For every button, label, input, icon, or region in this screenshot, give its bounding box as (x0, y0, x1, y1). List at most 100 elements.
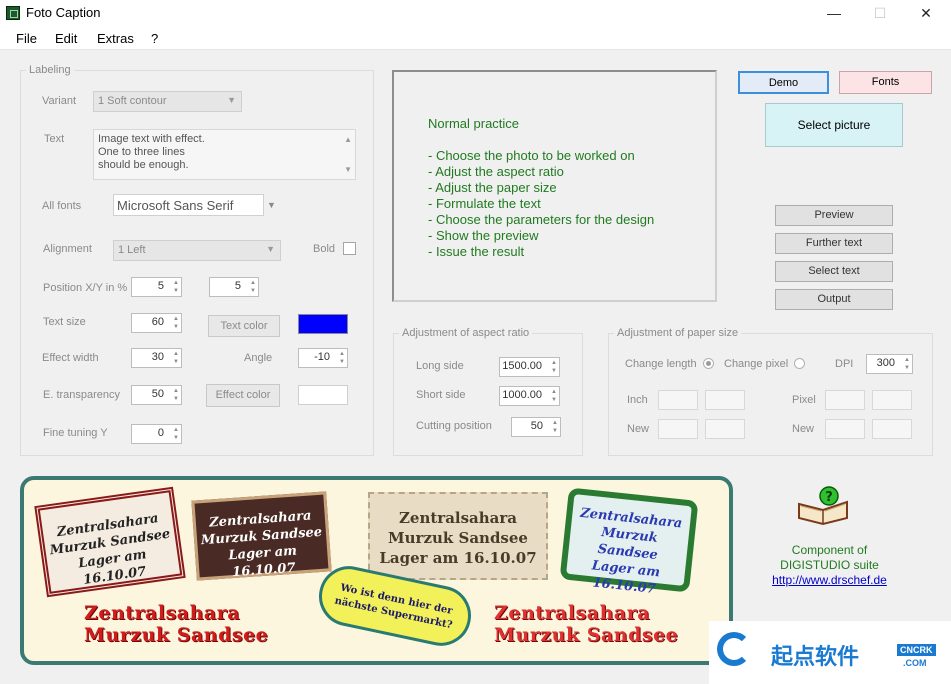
new-inch-height-field[interactable] (705, 419, 745, 439)
close-button[interactable]: ✕ (903, 0, 949, 27)
demo-button[interactable]: Demo (738, 71, 829, 94)
etrans-spinner[interactable]: 50 (131, 385, 182, 405)
change-length-label: Change length (625, 358, 697, 370)
new-inch-width-field[interactable] (658, 419, 698, 439)
long-side-label: Long side (416, 360, 464, 372)
sample-label-line: Murzuk Sandsee (388, 529, 528, 547)
sample-red-line: Zentralsahara (494, 602, 651, 624)
change-pixel-label: Change pixel (724, 358, 789, 370)
further-text-button[interactable]: Further text (775, 233, 893, 254)
website-link[interactable]: http://www.drschef.de (742, 573, 917, 588)
pixel-label: Pixel (792, 394, 816, 406)
effectwidth-label: Effect width (42, 352, 99, 364)
alignment-label: Alignment (43, 243, 92, 255)
textsize-label: Text size (43, 316, 86, 328)
variant-label: Variant (42, 95, 77, 107)
help-step: - Formulate the text (428, 196, 541, 211)
font-dropdown-icon[interactable]: ▼ (267, 200, 276, 210)
textsize-spinner[interactable]: 60 (131, 313, 182, 333)
text-line: One to three lines (98, 146, 185, 158)
sample-label-line: Zentralsahara (398, 509, 518, 527)
text-line: should be enough. (98, 159, 189, 171)
effect-color-button[interactable]: Effect color (206, 384, 280, 407)
position-label: Position X/Y in % (43, 282, 128, 294)
sample-image: Zentralsahara Murzuk Sandsee Lager am 16… (20, 476, 733, 665)
variant-value: 1 Soft contour (98, 95, 167, 107)
change-length-radio[interactable] (703, 358, 714, 369)
inch-width-field[interactable] (658, 390, 698, 410)
minimize-button[interactable]: — (811, 0, 857, 27)
alignment-select[interactable]: 1 Left ▼ (113, 240, 281, 261)
cutting-spinner[interactable]: 50 (511, 417, 561, 437)
help-step: - Adjust the paper size (428, 180, 557, 195)
select-picture-button[interactable]: Select picture (765, 103, 903, 147)
window-title: Foto Caption (26, 5, 101, 20)
text-color-swatch (298, 314, 348, 334)
help-step: - Choose the parameters for the design (428, 212, 655, 227)
watermark-text: 起点软件 (771, 645, 860, 670)
watermark-com: .COM (903, 658, 927, 668)
bold-checkbox[interactable] (343, 242, 356, 255)
menu-extras[interactable]: Extras (97, 31, 134, 46)
dpi-label: DPI (835, 358, 854, 370)
new-pixel-height-field[interactable] (872, 419, 912, 439)
sample-red-text-1: Zentralsahara Murzuk Sandsee (84, 602, 268, 646)
etrans-label: E. transparency (43, 389, 121, 401)
fonts-button[interactable]: Fonts (839, 71, 932, 94)
help-step: - Issue the result (428, 244, 525, 259)
component-line: DIGISTUDIO suite (780, 558, 879, 572)
text-label: Text (44, 133, 65, 145)
help-step: - Choose the photo to be worked on (428, 148, 635, 163)
pos-x-spinner[interactable]: 5 (131, 277, 182, 297)
watermark-logo-icon (717, 632, 751, 666)
dpi-spinner[interactable]: 300 (866, 354, 913, 374)
menu-edit[interactable]: Edit (55, 31, 77, 46)
sample-red-line: Zentralsahara (84, 602, 241, 624)
text-color-button[interactable]: Text color (208, 315, 280, 337)
output-button[interactable]: Output (775, 289, 893, 310)
help-heading: Normal practice (428, 116, 520, 131)
watermark-brand: CNCRK (897, 644, 936, 656)
title-bar (0, 0, 951, 27)
caption-textarea[interactable]: Image text with effect. One to three lin… (93, 129, 356, 180)
sample-red-line: Murzuk Sandsee (494, 624, 679, 646)
angle-label: Angle (244, 352, 273, 364)
change-pixel-radio[interactable] (794, 358, 805, 369)
font-input[interactable]: Microsoft Sans Serif (113, 194, 264, 216)
watermark: 起点软件 CNCRK .COM (709, 621, 951, 684)
pixel-width-field[interactable] (825, 390, 865, 410)
help-step: - Adjust the aspect ratio (428, 164, 564, 179)
aspect-legend: Adjustment of aspect ratio (399, 327, 533, 339)
preview-button[interactable]: Preview (775, 205, 893, 226)
menu-help[interactable]: ? (151, 31, 158, 46)
scroll-up-icon[interactable]: ▲ (344, 133, 352, 146)
select-text-button[interactable]: Select text (775, 261, 893, 282)
help-panel: Normal practice - Choose the photo to be… (392, 70, 717, 302)
inch-height-field[interactable] (705, 390, 745, 410)
pixel-height-field[interactable] (872, 390, 912, 410)
app-icon (6, 6, 20, 20)
effect-color-swatch (298, 385, 348, 405)
svg-text:?: ? (825, 490, 833, 505)
labeling-legend: Labeling (26, 64, 74, 76)
long-side-spinner[interactable]: 1500.00 (499, 357, 560, 377)
chevron-down-icon: ▼ (227, 95, 236, 105)
sample-red-line: Murzuk Sandsee (84, 624, 269, 646)
finetune-spinner[interactable]: 0 (131, 424, 182, 444)
sample-label-1: Zentralsahara Murzuk Sandsee Lager am 16… (34, 486, 186, 598)
pos-y-spinner[interactable]: 5 (209, 277, 259, 297)
new-label: New (627, 423, 650, 435)
new-pixel-width-field[interactable] (825, 419, 865, 439)
short-side-spinner[interactable]: 1000.00 (499, 386, 560, 406)
angle-spinner[interactable]: -10 (298, 348, 348, 368)
menu-file[interactable]: File (16, 31, 37, 46)
variant-select[interactable]: 1 Soft contour ▼ (93, 91, 242, 112)
chevron-down-icon: ▼ (266, 244, 275, 254)
allfonts-label: All fonts (42, 200, 82, 212)
maximize-button[interactable]: ☐ (857, 0, 903, 27)
bold-label: Bold (313, 243, 336, 255)
scroll-down-icon[interactable]: ▼ (344, 163, 352, 176)
text-line: Image text with effect. (98, 133, 205, 145)
finetune-label: Fine tuning Y (43, 427, 108, 439)
effectwidth-spinner[interactable]: 30 (131, 348, 182, 368)
